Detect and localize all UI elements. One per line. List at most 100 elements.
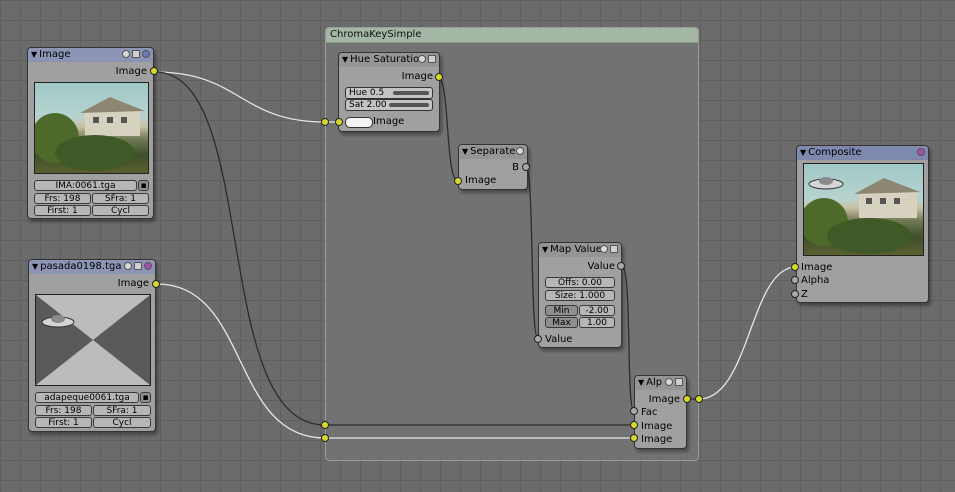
separate-node-output-label: B (512, 162, 519, 173)
separate-node-output-socket[interactable] (522, 163, 530, 171)
image-frs-field[interactable]: Frs: 198 (34, 193, 91, 204)
preview-toggle-icon[interactable] (418, 55, 426, 63)
composite-node-title: Composite (808, 147, 862, 158)
options-toggle-icon[interactable] (675, 378, 683, 386)
hue-node-header[interactable]: ▼ Hue Saturatio (339, 53, 439, 67)
alp-image1-socket[interactable] (630, 421, 638, 429)
map-max-field[interactable]: 1.00 (579, 317, 615, 328)
image-sfra-field[interactable]: SFra: 1 (92, 193, 149, 204)
pasada-browse-icon[interactable]: ▪ (140, 392, 151, 403)
group-title: ChromaKeySimple (326, 28, 698, 43)
preview-toggle-icon[interactable] (122, 50, 130, 58)
hue-saturation-node[interactable]: ▼ Hue Saturatio Image Hue 0.5 Sat 2.00 Im… (338, 52, 440, 132)
map-max-toggle[interactable]: Max (545, 317, 578, 328)
house-photo-icon (31, 97, 145, 171)
alp-input-image2-label: Image (641, 434, 673, 445)
options-toggle-icon[interactable] (134, 262, 142, 270)
collapse-arrow-icon[interactable]: ▼ (32, 262, 38, 271)
map-size-field[interactable]: Size: 1.000 (545, 290, 615, 301)
image-node[interactable]: ▼ Image Image IMA:0061.tga ▪ Frs: 198 SFr… (27, 47, 154, 219)
collapse-arrow-icon[interactable]: ▼ (462, 147, 468, 156)
preview-toggle-icon[interactable] (665, 378, 673, 386)
map-value-output-label: Value (587, 261, 615, 272)
separate-node-input-label: Image (465, 175, 497, 186)
pasada-node-preview (35, 294, 151, 386)
pasada-node[interactable]: ▼ pasada0198.tga Image adapeque0061.tga ▪… (28, 259, 156, 432)
collapse-arrow-icon[interactable]: ▼ (31, 50, 37, 59)
wire-group-to-composite (698, 266, 797, 400)
sat-slider[interactable]: Sat 2.00 (345, 99, 433, 111)
alp-output-socket[interactable] (683, 395, 691, 403)
image-node-header[interactable]: ▼ Image (28, 48, 153, 62)
alp-fac-socket[interactable] (630, 407, 638, 415)
pasada-node-output-socket[interactable] (152, 280, 160, 288)
image-node-title: Image (39, 49, 71, 60)
separate-node[interactable]: ▼ Separate B Image (458, 144, 528, 190)
image-file-field[interactable]: IMA:0061.tga (34, 180, 137, 191)
composite-node-header[interactable]: ▼ Composite (797, 146, 928, 160)
alp-input-fac-label: Fac (641, 407, 658, 418)
preview-toggle-icon[interactable] (124, 262, 132, 270)
map-min-field[interactable]: -2.00 (579, 305, 615, 316)
hue-node-input-socket[interactable] (335, 118, 343, 126)
pasada-file-field[interactable]: adapeque0061.tga (35, 392, 139, 403)
composite-input-alpha-label: Alpha (801, 275, 830, 286)
node-color-icon[interactable] (144, 262, 152, 270)
map-min-toggle[interactable]: Min (545, 305, 578, 316)
image-first-field[interactable]: First: 1 (34, 205, 91, 216)
options-toggle-icon[interactable] (610, 245, 618, 253)
pasada-node-header[interactable]: ▼ pasada0198.tga (29, 260, 155, 274)
pasada-node-title: pasada0198.tga (40, 261, 122, 272)
options-toggle-icon[interactable] (132, 50, 140, 58)
alp-image2-socket[interactable] (630, 434, 638, 442)
composited-photo-icon (800, 177, 920, 254)
image-cycl-toggle[interactable]: Cycl (92, 205, 149, 216)
collapse-arrow-icon[interactable]: ▼ (542, 245, 548, 254)
node-color-icon[interactable] (917, 148, 925, 156)
collapse-arrow-icon[interactable]: ▼ (800, 148, 806, 157)
pasada-cycl-toggle[interactable]: Cycl (93, 417, 151, 428)
wire-image-to-group (154, 71, 326, 123)
map-value-node[interactable]: ▼ Map Value Value Offs: 0.00 Size: 1.000 … (538, 242, 622, 348)
group-output-socket[interactable] (695, 395, 703, 403)
image-node-preview (31, 82, 149, 174)
map-value-input-socket[interactable] (534, 335, 542, 343)
alp-node-header[interactable]: ▼ Alp (635, 376, 686, 390)
pasada-first-field[interactable]: First: 1 (35, 417, 92, 428)
map-value-input-label: Value (545, 334, 573, 345)
composite-image-socket[interactable] (791, 263, 799, 271)
hue-node-output-socket[interactable] (435, 73, 443, 81)
composite-alpha-socket[interactable] (791, 276, 799, 284)
options-toggle-icon[interactable] (428, 55, 436, 63)
preview-toggle-icon[interactable] (516, 147, 524, 155)
bowtie-matte-icon (36, 295, 150, 385)
hue-node-title: Hue Saturatio (350, 54, 420, 65)
group-input-socket-2[interactable] (321, 421, 329, 429)
hue-input-color-swatch[interactable] (345, 117, 373, 128)
alp-node-title: Alp (646, 377, 663, 388)
alpha-over-node[interactable]: ▼ Alp Image Fac Image Image (634, 375, 687, 449)
separate-node-header[interactable]: ▼ Separate (459, 145, 527, 159)
preview-toggle-icon[interactable] (600, 245, 608, 253)
pasada-frs-field[interactable]: Frs: 198 (35, 405, 92, 416)
group-input-socket-1[interactable] (321, 118, 329, 126)
pasada-sfra-field[interactable]: SFra: 1 (93, 405, 151, 416)
wire-pasada-to-group (156, 283, 326, 439)
hue-slider[interactable]: Hue 0.5 (345, 87, 433, 99)
map-value-output-socket[interactable] (617, 262, 625, 270)
group-input-socket-3[interactable] (321, 434, 329, 442)
composite-node[interactable]: ▼ Composite Image Alpha Z (796, 145, 929, 303)
separate-node-input-socket[interactable] (454, 177, 462, 185)
map-offs-field[interactable]: Offs: 0.00 (545, 277, 615, 288)
node-color-icon[interactable] (142, 50, 150, 58)
composite-z-socket[interactable] (791, 290, 799, 298)
collapse-arrow-icon[interactable]: ▼ (342, 55, 348, 64)
composite-input-z-label: Z (801, 289, 808, 300)
image-browse-icon[interactable]: ▪ (138, 180, 149, 191)
alp-input-image1-label: Image (641, 421, 673, 432)
map-value-node-header[interactable]: ▼ Map Value (539, 243, 621, 257)
composite-preview (800, 163, 924, 256)
map-value-node-title: Map Value (550, 244, 602, 255)
collapse-arrow-icon[interactable]: ▼ (638, 378, 644, 387)
image-node-output-socket[interactable] (150, 67, 158, 75)
